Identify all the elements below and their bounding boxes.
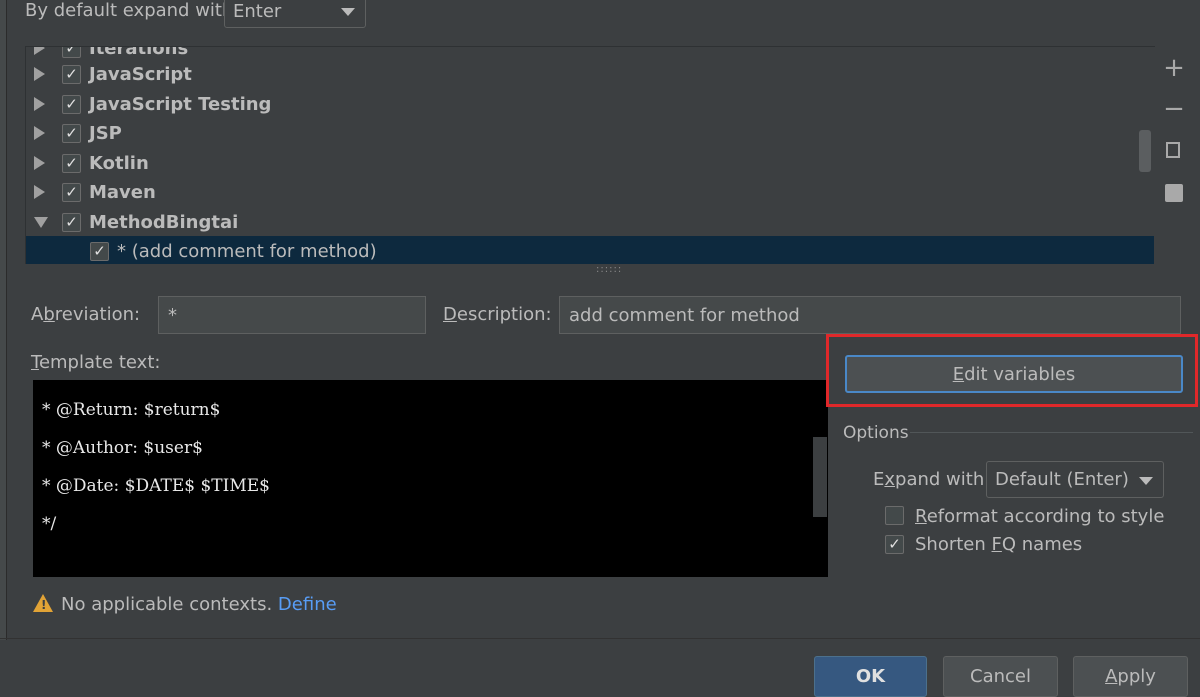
group-label: Maven	[89, 181, 156, 203]
default-expand-combo[interactable]: Enter	[224, 0, 366, 28]
expand-arrow-icon[interactable]	[34, 97, 45, 111]
reformat-label[interactable]: Reformat according to style	[915, 506, 1164, 527]
shorten-fq-label[interactable]: Shorten FQ names	[915, 534, 1082, 555]
left-edge-strip	[0, 0, 7, 640]
tree-group-methodbingtai[interactable]: ✓ MethodBingtai	[26, 207, 1154, 237]
description-input[interactable]: add comment for method	[559, 296, 1181, 334]
shorten-fq-checkbox[interactable]: ✓	[885, 535, 904, 554]
minus-icon[interactable]: −	[1161, 96, 1187, 122]
abbreviation-input[interactable]: *	[158, 296, 426, 334]
group-label: JavaScript	[89, 63, 192, 85]
expand-with-value: Default (Enter)	[995, 469, 1129, 490]
code-line: * @Author: $user$	[42, 438, 203, 458]
plus-icon[interactable]: +	[1161, 55, 1187, 81]
tree-group-kotlin[interactable]: ✓ Kotlin	[26, 148, 1154, 178]
reformat-checkbox[interactable]	[885, 506, 904, 525]
tree-group-javascript[interactable]: ✓ JavaScript	[26, 59, 1154, 89]
warning-icon-mark: !	[41, 598, 47, 612]
group-checkbox[interactable]: ✓	[62, 94, 81, 114]
expand-arrow-icon[interactable]	[34, 47, 45, 55]
group-checkbox[interactable]: ✓	[62, 153, 81, 173]
edit-variables-button[interactable]: Edit variables	[845, 355, 1183, 393]
expand-with-label: Expand with	[873, 469, 985, 490]
apply-button[interactable]: Apply	[1073, 656, 1188, 697]
tree-group-maven[interactable]: ✓ Maven	[26, 177, 1154, 207]
template-checkbox[interactable]: ✓	[90, 241, 109, 261]
group-label: Iterations	[89, 46, 189, 59]
group-checkbox[interactable]: ✓	[62, 64, 81, 84]
editor-scrollbar-thumb[interactable]	[813, 437, 827, 517]
group-label: JavaScript Testing	[89, 93, 272, 115]
template-label: * (add comment for method)	[117, 240, 377, 262]
description-label: Description:	[443, 304, 552, 325]
tree-template-selected[interactable]: ✓ * (add comment for method)	[26, 236, 1154, 264]
copy-icon[interactable]	[1166, 142, 1180, 158]
group-checkbox[interactable]: ✓	[62, 47, 81, 58]
footer-divider	[0, 638, 1200, 639]
live-templates-tree[interactable]: ✓ Iterations ✓ JavaScript ✓ JavaScript T…	[25, 46, 1155, 264]
code-line: */	[42, 514, 57, 534]
options-divider	[910, 432, 1193, 433]
template-text-label: Template text:	[31, 352, 161, 373]
default-expand-value: Enter	[233, 0, 282, 22]
group-label: JSP	[89, 122, 122, 144]
splitter-grip[interactable]: ::::::	[596, 264, 622, 275]
chevron-down-icon	[1139, 476, 1153, 485]
ok-button[interactable]: OK	[814, 656, 927, 697]
template-text-editor[interactable]: * @Return: $return$ * @Author: $user$ * …	[33, 380, 828, 577]
group-label: Kotlin	[89, 152, 149, 174]
default-expand-label: By default expand with	[25, 0, 234, 21]
template-group-icon[interactable]	[1165, 184, 1183, 202]
group-checkbox[interactable]: ✓	[62, 212, 81, 232]
define-link[interactable]: Define	[278, 594, 337, 615]
abbreviation-label-full: Abreviation:	[31, 304, 141, 325]
cancel-button[interactable]: Cancel	[943, 656, 1058, 697]
expand-arrow-icon[interactable]	[34, 126, 45, 140]
options-title: Options	[843, 423, 909, 443]
group-checkbox[interactable]: ✓	[62, 123, 81, 143]
expand-with-combo[interactable]: Default (Enter)	[986, 461, 1164, 498]
code-line: * @Date: $DATE$ $TIME$	[42, 476, 270, 496]
group-checkbox[interactable]: ✓	[62, 182, 81, 202]
tree-group-jsp[interactable]: ✓ JSP	[26, 118, 1154, 148]
tree-group-javascript-testing[interactable]: ✓ JavaScript Testing	[26, 89, 1154, 119]
tree-scrollbar-thumb[interactable]	[1139, 130, 1151, 172]
context-message: No applicable contexts. Define	[61, 594, 337, 615]
chevron-down-icon	[341, 8, 355, 16]
group-label: MethodBingtai	[89, 211, 239, 233]
expand-arrow-icon[interactable]	[34, 67, 45, 81]
collapse-arrow-icon[interactable]	[34, 216, 48, 228]
code-line: * @Return: $return$	[42, 400, 221, 420]
expand-arrow-icon[interactable]	[34, 185, 45, 199]
expand-arrow-icon[interactable]	[34, 156, 45, 170]
